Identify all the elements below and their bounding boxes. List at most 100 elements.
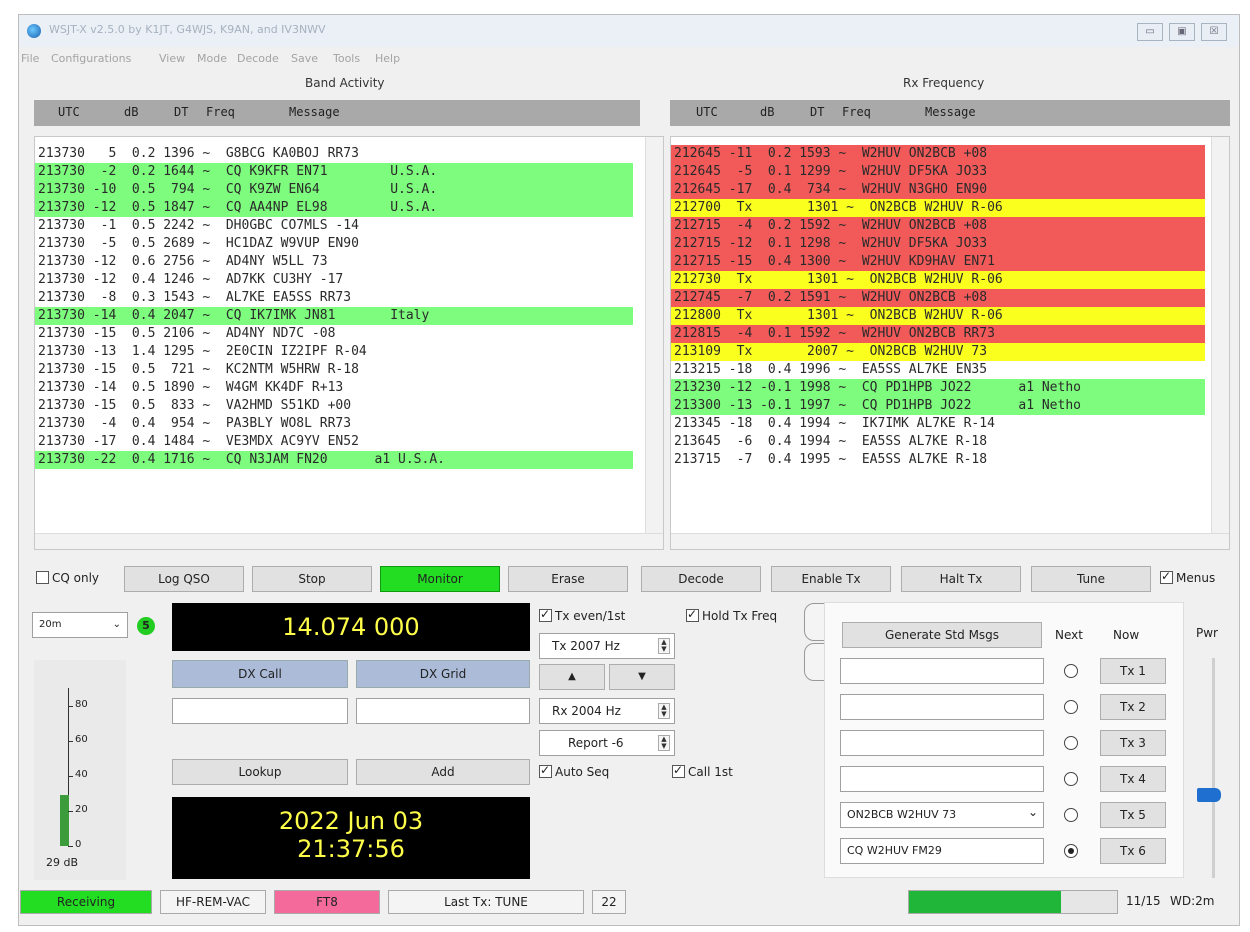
menu-view[interactable]: View [159,52,185,65]
list-item[interactable]: 212715 -12 0.1 1298 ~ W2HUV DF5KA JO33 [671,235,1205,253]
chevron-down-icon[interactable]: ⌄ [1028,805,1038,819]
monitor-button[interactable]: Monitor [380,566,500,592]
tx-message-input[interactable] [840,658,1044,684]
list-item[interactable]: 213215 -18 0.4 1996 ~ EA5SS AL7KE EN35 [671,361,1205,379]
maximize-button[interactable]: ▣ [1169,23,1195,41]
halt-tx-button[interactable]: Halt Tx [901,566,1021,592]
list-item[interactable]: 213300 -13 -0.1 1997 ~ CQ PD1HPB JO22 a1… [671,397,1205,415]
erase-button[interactable]: Erase [508,566,628,592]
auto-seq-checkbox[interactable]: Auto Seq [539,763,609,779]
list-item[interactable]: 213730 -12 0.6 2756 ~ AD4NY W5LL 73 [35,253,633,271]
list-item[interactable]: 213730 -13 1.4 1295 ~ 2E0CIN IZ2IPF R-04 [35,343,633,361]
tx-next-radio[interactable] [1064,664,1078,678]
tx-message-input[interactable] [840,694,1044,720]
tx-to-rx-button[interactable]: ▲ [539,664,605,690]
list-item[interactable]: 213730 -17 0.4 1484 ~ VE3MDX AC9YV EN52 [35,433,633,451]
list-item[interactable]: 212715 -15 0.4 1300 ~ W2HUV KD9HAV EN71 [671,253,1205,271]
list-item[interactable]: 213730 -15 0.5 2106 ~ AD4NY ND7C -08 [35,325,633,343]
call-1st-checkbox[interactable]: Call 1st [672,763,733,779]
tx-now-button[interactable]: Tx 3 [1100,730,1166,756]
tx-message-input[interactable]: ON2BCB W2HUV 73 [840,802,1044,828]
band-activity-vscroll[interactable] [645,137,663,533]
report-spinbox[interactable]: Report -6 ▲ ▼ [539,730,675,756]
close-button[interactable]: ☒ [1201,23,1227,41]
menu-tools[interactable]: Tools [333,52,360,65]
hold-tx-freq-checkbox[interactable]: Hold Tx Freq [686,607,777,623]
tx-even-checkbox[interactable]: Tx even/1st [539,607,625,623]
menu-configurations[interactable]: Configurations [51,52,131,65]
list-item[interactable]: 213345 -18 0.4 1994 ~ IK7IMK AL7KE R-14 [671,415,1205,433]
list-item[interactable]: 212730 Tx 1301 ~ ON2BCB W2HUV R-06 [671,271,1205,289]
list-item[interactable]: 213730 -2 0.2 1644 ~ CQ K9KFR EN71 U.S.A… [35,163,633,181]
tx-next-radio[interactable] [1064,772,1078,786]
menu-decode[interactable]: Decode [237,52,279,65]
menu-file[interactable]: File [21,52,39,65]
tx-now-button[interactable]: Tx 4 [1100,766,1166,792]
list-item[interactable]: 212800 Tx 1301 ~ ON2BCB W2HUV R-06 [671,307,1205,325]
generate-std-msgs-button[interactable]: Generate Std Msgs [842,622,1042,648]
tx-next-radio[interactable] [1064,736,1078,750]
spin-arrows-icon[interactable]: ▲ ▼ [658,735,670,751]
tx-now-button[interactable]: Tx 5 [1100,802,1166,828]
band-activity-hscroll[interactable] [35,533,663,549]
pwr-slider-track[interactable] [1212,658,1215,878]
band-select[interactable]: 20m ⌄ [32,612,128,638]
dx-call-input[interactable] [172,698,348,724]
rx-frequency-hscroll[interactable] [671,533,1229,549]
list-item[interactable]: 213730 -12 0.4 1246 ~ AD7KK CU3HY -17 [35,271,633,289]
log-qso-button[interactable]: Log QSO [124,566,244,592]
dx-grid-input[interactable] [356,698,530,724]
list-item[interactable]: 213730 -8 0.3 1543 ~ AL7KE EA5SS RR73 [35,289,633,307]
tx-message-input[interactable]: CQ W2HUV FM29 [840,838,1044,864]
list-item[interactable]: 213230 -12 -0.1 1998 ~ CQ PD1HPB JO22 a1… [671,379,1205,397]
spin-arrows-icon[interactable]: ▲ ▼ [658,703,670,719]
list-item[interactable]: 213730 -5 0.5 2689 ~ HC1DAZ W9VUP EN90 [35,235,633,253]
tab-2[interactable] [804,643,826,681]
spin-arrows-icon[interactable]: ▲ ▼ [658,638,670,654]
tune-button[interactable]: Tune [1031,566,1151,592]
menus-checkbox[interactable]: Menus [1160,569,1215,585]
list-item[interactable]: 213730 -22 0.4 1716 ~ CQ N3JAM FN20 a1 U… [35,451,633,469]
rx-frequency-vscroll[interactable] [1211,137,1229,533]
tx-now-button[interactable]: Tx 6 [1100,838,1166,864]
list-item[interactable]: 213730 -15 0.5 833 ~ VA2HMD S51KD +00 [35,397,633,415]
rx-to-tx-button[interactable]: ▼ [609,664,675,690]
rx-hz-spinbox[interactable]: Rx 2004 Hz ▲ ▼ [539,698,675,724]
tx-hz-spinbox[interactable]: Tx 2007 Hz ▲ ▼ [539,633,675,659]
tx-next-radio[interactable] [1064,844,1078,858]
add-button[interactable]: Add [356,759,530,785]
list-item[interactable]: 213730 5 0.2 1396 ~ G8BCG KA0BOJ RR73 [35,145,633,163]
list-item[interactable]: 213730 -14 0.4 2047 ~ CQ IK7IMK JN81 Ita… [35,307,633,325]
list-item[interactable]: 212815 -4 0.1 1592 ~ W2HUV ON2BCB RR73 [671,325,1205,343]
list-item[interactable]: 212715 -4 0.2 1592 ~ W2HUV ON2BCB +08 [671,217,1205,235]
list-item[interactable]: 213715 -7 0.4 1995 ~ EA5SS AL7KE R-18 [671,451,1205,469]
tab-1[interactable] [804,603,826,641]
list-item[interactable]: 213730 -14 0.5 1890 ~ W4GM KK4DF R+13 [35,379,633,397]
decode-button[interactable]: Decode [641,566,761,592]
list-item[interactable]: 212645 -11 0.2 1593 ~ W2HUV ON2BCB +08 [671,145,1205,163]
tx-next-radio[interactable] [1064,700,1078,714]
tx-message-input[interactable] [840,730,1044,756]
tx-now-button[interactable]: Tx 1 [1100,658,1166,684]
list-item[interactable]: 213730 -15 0.5 721 ~ KC2NTM W5HRW R-18 [35,361,633,379]
menu-save[interactable]: Save [291,52,318,65]
list-item[interactable]: 213730 -4 0.4 954 ~ PA3BLY WO8L RR73 [35,415,633,433]
pwr-slider-handle[interactable] [1197,788,1221,802]
enable-tx-button[interactable]: Enable Tx [771,566,891,592]
minimize-button[interactable]: ▭ [1137,23,1163,41]
menu-help[interactable]: Help [375,52,400,65]
menu-mode[interactable]: Mode [197,52,227,65]
lookup-button[interactable]: Lookup [172,759,348,785]
list-item[interactable]: 212745 -7 0.2 1591 ~ W2HUV ON2BCB +08 [671,289,1205,307]
list-item[interactable]: 212700 Tx 1301 ~ ON2BCB W2HUV R-06 [671,199,1205,217]
list-item[interactable]: 213730 -10 0.5 794 ~ CQ K9ZW EN64 U.S.A. [35,181,633,199]
list-item[interactable]: 213730 -1 0.5 2242 ~ DH0GBC CO7MLS -14 [35,217,633,235]
stop-button[interactable]: Stop [252,566,372,592]
band-activity-list[interactable]: 213730 -22 0.4 1716 ~ CQ N3JAM FN20 a1 U… [34,136,664,550]
list-item[interactable]: 212645 -17 0.4 734 ~ W2HUV N3GHO EN90 [671,181,1205,199]
tx-now-button[interactable]: Tx 2 [1100,694,1166,720]
cq-only-checkbox[interactable]: CQ only [36,571,99,585]
list-item[interactable]: 213645 -6 0.4 1994 ~ EA5SS AL7KE R-18 [671,433,1205,451]
list-item[interactable]: 213109 Tx 2007 ~ ON2BCB W2HUV 73 [671,343,1205,361]
rx-frequency-list[interactable]: 213715 -7 0.4 1995 ~ EA5SS AL7KE R-18 213… [670,136,1230,550]
